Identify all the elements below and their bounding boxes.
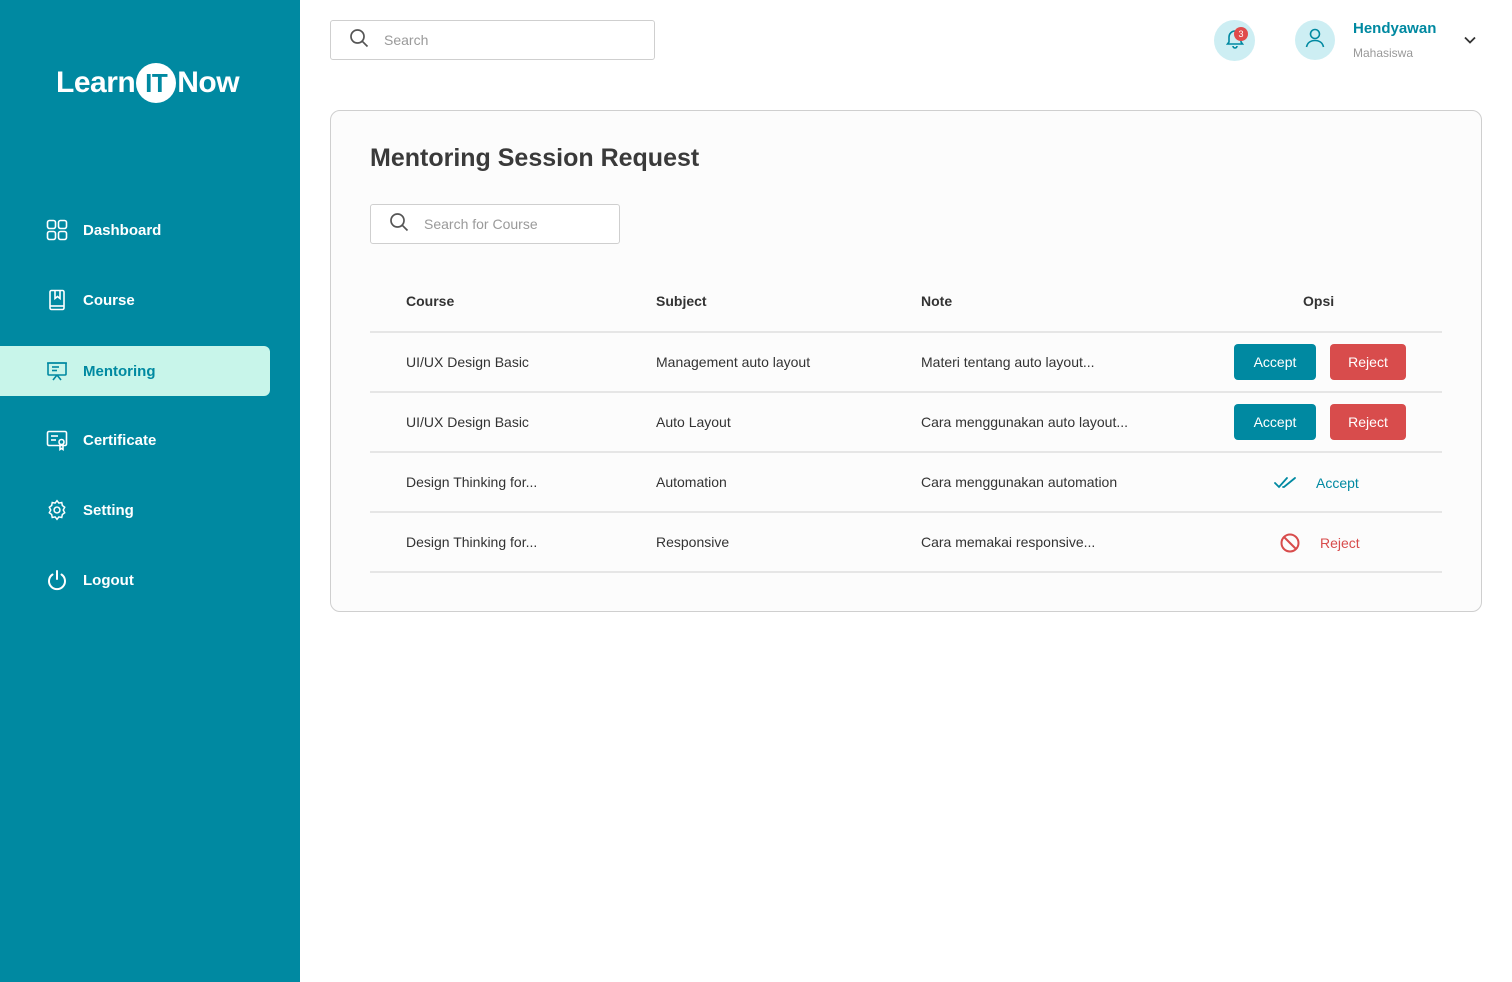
accept-button[interactable]: Accept [1234,404,1316,440]
presentation-icon [46,360,68,382]
sidebar-item-certificate[interactable]: Certificate [0,415,270,465]
power-icon [46,569,68,591]
sidebar-item-label: Course [83,291,135,309]
search-icon [389,212,409,237]
cell-subject: Automation [656,474,727,490]
accept-button[interactable]: Accept [1234,344,1316,380]
table-row: UI/UX Design Basic Auto Layout Cara meng… [370,393,1442,453]
sidebar-item-label: Dashboard [83,221,162,239]
table-row: Design Thinking for... Responsive Cara m… [370,513,1442,573]
global-search[interactable] [330,20,655,60]
sidebar-item-label: Setting [83,501,134,519]
cell-note: Cara menggunakan auto layout... [921,414,1129,430]
sidebar-item-label: Certificate [83,431,157,449]
course-search-input[interactable] [424,216,619,232]
sidebar-item-label: Mentoring [83,362,156,380]
user-name: Hendyawan [1353,20,1437,37]
book-icon [46,289,68,311]
notification-button[interactable]: 3 [1214,20,1255,61]
cell-course: Design Thinking for... [406,474,538,490]
reject-button[interactable]: Reject [1330,404,1406,440]
avatar[interactable] [1295,20,1335,60]
sidebar-item-mentoring[interactable]: Mentoring [0,346,270,396]
cell-note: Materi tentang auto layout... [921,354,1095,370]
reject-button[interactable]: Reject [1330,344,1406,380]
course-search[interactable] [370,204,620,244]
cell-subject: Auto Layout [656,414,731,430]
sidebar-item-logout[interactable]: Logout [0,555,270,605]
column-header-opsi: Opsi [1303,293,1335,309]
table-header: Course Subject Note Opsi [370,281,1442,333]
cell-course: UI/UX Design Basic [406,354,529,370]
sidebar-item-label: Logout [83,571,134,589]
cell-note: Cara memakai responsive... [921,534,1096,550]
status-accepted[interactable]: Accept [1274,471,1359,495]
search-input[interactable] [384,32,604,48]
status-rejected[interactable]: Reject [1278,531,1360,555]
search-icon [349,28,369,53]
cell-note: Cara menggunakan automation [921,474,1118,490]
ban-icon [1278,531,1302,555]
sidebar: Learn IT Now Dashboard Course Mentoring Ce… [0,0,300,982]
logo-text-learn: Learn [56,66,136,99]
logo-badge-it: IT [136,63,177,103]
table-row: UI/UX Design Basic Management auto layou… [370,333,1442,393]
sidebar-item-dashboard[interactable]: Dashboard [0,205,270,255]
column-header-note: Note [921,293,953,309]
notification-badge: 3 [1234,27,1248,41]
sidebar-item-course[interactable]: Course [0,275,270,325]
certificate-icon [46,429,68,451]
gear-icon [46,499,68,521]
cell-course: Design Thinking for... [406,534,538,550]
mentoring-request-card: Mentoring Session Request Course Subject… [330,110,1482,612]
column-header-subject: Subject [656,293,707,309]
cell-subject: Responsive [656,534,730,550]
column-header-course: Course [406,293,455,309]
double-check-icon [1274,471,1298,495]
sidebar-item-setting[interactable]: Setting [0,485,270,535]
cell-course: UI/UX Design Basic [406,414,529,430]
user-role: Mahasiswa [1353,46,1414,60]
status-label: Reject [1320,535,1360,551]
table-row: Design Thinking for... Automation Cara m… [370,453,1442,513]
page-title: Mentoring Session Request [370,144,700,172]
app-logo[interactable]: Learn IT Now [56,60,240,106]
chevron-down-icon[interactable] [1462,32,1478,48]
grid-icon [46,219,68,241]
logo-text-now: Now [177,66,240,99]
status-label: Accept [1316,475,1359,491]
cell-subject: Management auto layout [656,354,811,370]
user-icon [1303,26,1327,55]
